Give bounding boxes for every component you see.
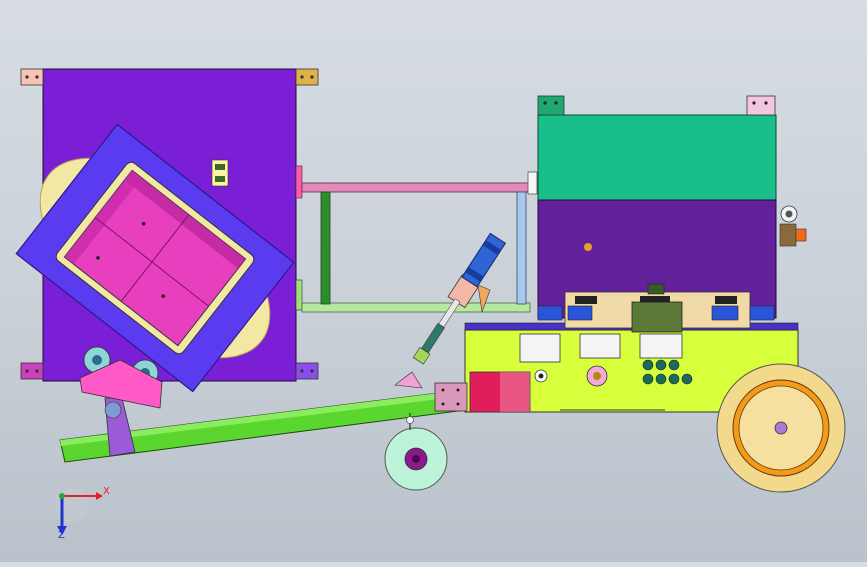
y-axis-dot	[59, 493, 65, 499]
rail-end-bracket	[434, 382, 468, 412]
corner-tab-bottom-left	[20, 362, 44, 380]
indicator-dot	[584, 243, 592, 251]
support-wheel[interactable]	[384, 413, 448, 491]
upper-cabinet-box	[537, 114, 777, 201]
assembly-drawing	[15, 68, 846, 535]
axis-triad	[55, 488, 103, 535]
valve-block-left	[519, 333, 561, 363]
vertical-post-right	[516, 191, 527, 305]
cabinet-tab-right	[746, 95, 776, 116]
rail-pivot	[394, 371, 423, 389]
upper-tie-bar	[301, 182, 531, 193]
cabinet-assembly[interactable]	[537, 95, 807, 319]
gearbox	[631, 301, 683, 333]
cad-viewport[interactable]: X Z	[0, 0, 867, 562]
z-axis-label: Z	[58, 530, 65, 541]
x-axis-label: X	[103, 486, 110, 497]
corner-tab-top-left	[20, 68, 44, 86]
valve-block-right	[639, 333, 683, 359]
side-bracket-upper	[295, 165, 303, 199]
side-valve	[779, 205, 807, 247]
side-bracket-lower	[295, 279, 303, 311]
drive-wheel[interactable]	[716, 363, 846, 493]
vertical-post	[320, 191, 331, 305]
cabinet-tab-left	[537, 95, 565, 116]
lower-tie-bar	[301, 302, 531, 313]
corner-tab-bottom-right	[295, 362, 319, 380]
corner-tab-top-right	[295, 68, 319, 86]
x-axis-arrow	[96, 492, 103, 500]
connector-block	[211, 159, 229, 187]
valve-block-mid	[579, 333, 621, 359]
bar-end-cap	[527, 171, 538, 195]
